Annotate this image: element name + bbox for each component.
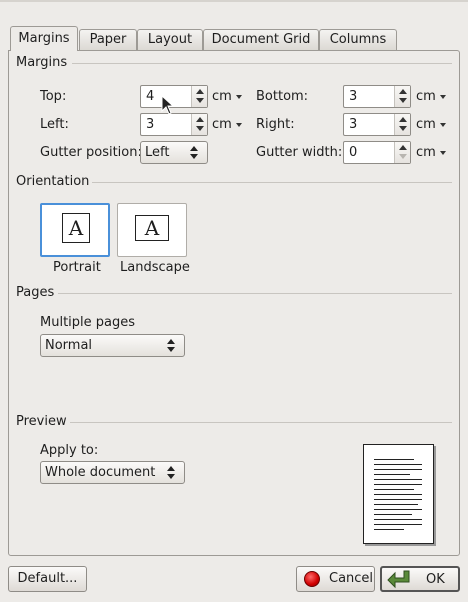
top-unit: cm <box>212 89 232 104</box>
spin-down-icon[interactable] <box>399 126 407 131</box>
cancel-button[interactable]: Cancel <box>296 566 375 592</box>
mouse-cursor-icon <box>161 95 175 115</box>
spin-down-icon[interactable] <box>399 98 407 103</box>
right-spinbox[interactable]: 3 <box>343 113 411 136</box>
landscape-label[interactable]: Landscape <box>120 260 190 275</box>
top-label: Top: <box>40 89 67 104</box>
multiple-pages-label: Multiple pages <box>40 315 136 330</box>
default-button[interactable]: Default... <box>8 566 87 592</box>
bottom-value[interactable]: 3 <box>349 89 357 104</box>
spin-up-icon[interactable] <box>399 117 407 122</box>
right-label: Right: <box>256 117 295 132</box>
pages-divider <box>58 293 452 294</box>
gutter-width-value[interactable]: 0 <box>349 145 357 160</box>
bottom-spinbox[interactable]: 3 <box>343 85 411 108</box>
tab-margins[interactable]: Margins <box>10 26 78 51</box>
right-unit: cm <box>416 117 436 132</box>
page-preview <box>363 444 434 544</box>
spin-down-icon[interactable] <box>196 98 204 103</box>
top-value[interactable]: 4 <box>146 89 154 104</box>
spin-up-icon[interactable] <box>196 89 204 94</box>
gutter-position-label: Gutter position: <box>40 145 142 160</box>
portrait-label[interactable]: Portrait <box>53 260 101 275</box>
updown-icon <box>167 339 175 353</box>
right-value[interactable]: 3 <box>349 117 357 132</box>
landscape-option[interactable]: A <box>117 203 187 257</box>
tab-layout[interactable]: Layout <box>137 29 203 50</box>
margins-section-title: Margins <box>16 55 68 70</box>
spin-up-icon[interactable] <box>399 89 407 94</box>
gutter-width-spinbox[interactable]: 0 <box>343 141 411 164</box>
apply-to-label: Apply to: <box>40 443 99 458</box>
right-spin-buttons[interactable] <box>394 114 410 135</box>
landscape-page-icon: A <box>135 215 169 241</box>
ok-label: OK <box>426 572 445 587</box>
tab-document-grid[interactable]: Document Grid <box>203 29 319 50</box>
left-unit: cm <box>212 117 232 132</box>
window-top-edge <box>0 0 468 2</box>
gutter-width-label: Gutter width: <box>256 145 343 160</box>
gutter-position-select[interactable]: Left <box>140 141 208 164</box>
gutter-width-unit: cm <box>416 145 436 160</box>
margins-divider <box>72 63 452 64</box>
bottom-unit-dropdown[interactable]: cm <box>416 89 446 104</box>
top-unit-dropdown[interactable]: cm <box>212 89 242 104</box>
spin-up-icon[interactable] <box>399 145 407 150</box>
apply-to-value: Whole document <box>45 465 156 480</box>
preview-divider <box>70 422 452 423</box>
cancel-label: Cancel <box>329 571 374 586</box>
bottom-label: Bottom: <box>256 89 309 104</box>
apply-to-select[interactable]: Whole document <box>40 461 185 484</box>
multiple-pages-value: Normal <box>45 338 93 353</box>
updown-icon <box>167 466 175 480</box>
spin-down-icon[interactable] <box>399 154 407 159</box>
spin-down-icon[interactable] <box>196 126 204 131</box>
left-value[interactable]: 3 <box>146 117 154 132</box>
top-spin-buttons[interactable] <box>191 86 207 107</box>
portrait-page-icon: A <box>62 213 90 243</box>
left-spin-buttons[interactable] <box>191 114 207 135</box>
updown-icon <box>190 146 198 160</box>
chevron-down-icon <box>439 150 446 155</box>
gutter-position-value: Left <box>145 145 170 160</box>
ok-button[interactable]: OK <box>380 566 460 592</box>
bottom-unit: cm <box>416 89 436 104</box>
ok-arrow-icon <box>387 570 410 589</box>
orientation-divider <box>92 182 452 183</box>
left-spinbox[interactable]: 3 <box>140 113 208 136</box>
spin-up-icon[interactable] <box>196 117 204 122</box>
multiple-pages-select[interactable]: Normal <box>40 334 185 357</box>
chevron-down-icon <box>235 122 242 127</box>
right-unit-dropdown[interactable]: cm <box>416 117 446 132</box>
left-unit-dropdown[interactable]: cm <box>212 117 242 132</box>
pages-section-title: Pages <box>16 285 55 300</box>
portrait-option[interactable]: A <box>40 203 110 257</box>
tab-columns[interactable]: Columns <box>319 29 397 50</box>
orientation-section-title: Orientation <box>16 174 90 189</box>
chevron-down-icon <box>235 94 242 99</box>
tab-paper[interactable]: Paper <box>79 29 137 50</box>
preview-section-title: Preview <box>16 414 67 429</box>
left-label: Left: <box>40 117 69 132</box>
chevron-down-icon <box>439 94 446 99</box>
gutter-width-unit-dropdown[interactable]: cm <box>416 145 446 160</box>
stop-icon <box>304 571 320 587</box>
chevron-down-icon <box>439 122 446 127</box>
gutter-width-spin-buttons[interactable] <box>394 142 410 163</box>
bottom-spin-buttons[interactable] <box>394 86 410 107</box>
